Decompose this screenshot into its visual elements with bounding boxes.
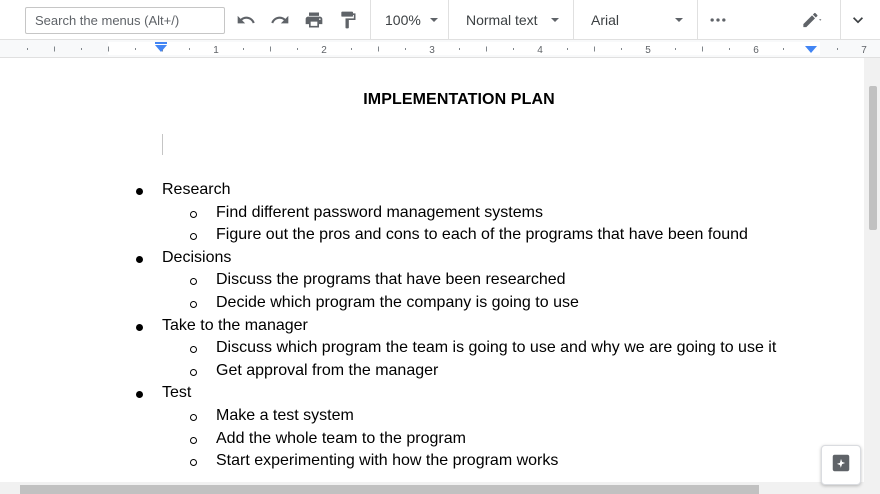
list-item-text: Find different password management syste… bbox=[216, 203, 543, 221]
first-line-indent-marker[interactable] bbox=[155, 42, 167, 44]
zoom-value: 100% bbox=[385, 12, 421, 28]
list-item-text: Discuss the programs that have been rese… bbox=[216, 271, 566, 289]
list-item-text: Research bbox=[162, 181, 231, 198]
bullet-filled bbox=[136, 391, 143, 399]
chevron-down-icon bbox=[430, 18, 438, 22]
ruler-number: 1 bbox=[213, 45, 219, 56]
chevron-down-icon bbox=[675, 18, 683, 22]
document-page[interactable]: IMPLEMENTATION PLAN Research Find differe… bbox=[0, 58, 864, 482]
ruler-number: 3 bbox=[429, 45, 435, 56]
print-icon[interactable] bbox=[302, 8, 326, 32]
bullet-filled bbox=[136, 323, 143, 331]
ruler-number: 4 bbox=[537, 45, 543, 56]
bullet-hollow bbox=[190, 210, 197, 218]
list-item-text: Decisions bbox=[162, 248, 232, 266]
bullet-filled bbox=[136, 188, 143, 195]
bullet-hollow bbox=[190, 413, 197, 421]
zoom-dropdown[interactable]: 100% bbox=[370, 0, 448, 40]
font-dropdown[interactable]: Arial bbox=[573, 0, 697, 40]
text-cursor bbox=[162, 134, 163, 155]
edit-mode-icon[interactable] bbox=[792, 8, 832, 32]
bullet-hollow bbox=[190, 368, 197, 376]
ruler[interactable]: 1 2 3 4 5 6 7 bbox=[0, 40, 880, 58]
list-item-text: Add the whole team to the program bbox=[216, 429, 466, 447]
right-indent-marker[interactable] bbox=[805, 46, 817, 53]
list-item-text: Get approval from the manager bbox=[216, 361, 439, 379]
document-title: IMPLEMENTATION PLAN bbox=[363, 91, 555, 108]
toolbar-divider bbox=[840, 0, 841, 40]
horizontal-scrollbar-thumb[interactable] bbox=[20, 485, 759, 494]
paragraph-style-dropdown[interactable]: Normal text bbox=[448, 0, 573, 40]
paragraph-style-value: Normal text bbox=[466, 12, 538, 28]
redo-icon[interactable] bbox=[268, 8, 292, 32]
ruler-number: 7 bbox=[861, 45, 867, 56]
toolbar-divider bbox=[697, 0, 698, 40]
explore-icon bbox=[830, 452, 852, 479]
bullet-hollow bbox=[190, 233, 197, 241]
bullet-hollow bbox=[190, 436, 197, 444]
explore-button[interactable] bbox=[821, 445, 861, 485]
search-menus-input[interactable] bbox=[25, 7, 225, 34]
ruler-ticks: 1 2 3 4 5 6 7 bbox=[27, 42, 867, 56]
list-item-text: Figure out the pros and cons to each of … bbox=[216, 226, 748, 244]
bullet-filled bbox=[136, 255, 143, 263]
ruler-number: 2 bbox=[321, 45, 327, 56]
bullet-hollow bbox=[190, 459, 197, 467]
ruler-number: 5 bbox=[645, 45, 651, 56]
bullet-hollow bbox=[190, 346, 197, 354]
paint-format-icon[interactable] bbox=[336, 8, 360, 32]
font-value: Arial bbox=[591, 12, 620, 28]
toolbar: 100% Normal text Arial bbox=[0, 0, 880, 40]
bullet-hollow bbox=[190, 278, 197, 286]
list-item-text: Decide which program the company is goin… bbox=[216, 293, 579, 311]
chevron-down-icon bbox=[551, 18, 559, 22]
list-item-text: Take to the manager bbox=[162, 316, 308, 334]
list-item-text: Discuss which program the team is going … bbox=[216, 339, 777, 357]
more-icon[interactable] bbox=[706, 8, 730, 32]
list-item-text: Make a test system bbox=[216, 406, 354, 424]
list-item-text: Start experimenting with how the program… bbox=[216, 452, 559, 470]
list-item-text: Test bbox=[162, 384, 192, 402]
bullet-hollow bbox=[190, 300, 197, 308]
collapse-icon[interactable] bbox=[846, 8, 870, 32]
left-indent-marker[interactable] bbox=[155, 45, 167, 52]
ruler-number: 6 bbox=[753, 45, 759, 56]
undo-icon[interactable] bbox=[234, 8, 258, 32]
vertical-scrollbar-thumb[interactable] bbox=[869, 86, 877, 230]
